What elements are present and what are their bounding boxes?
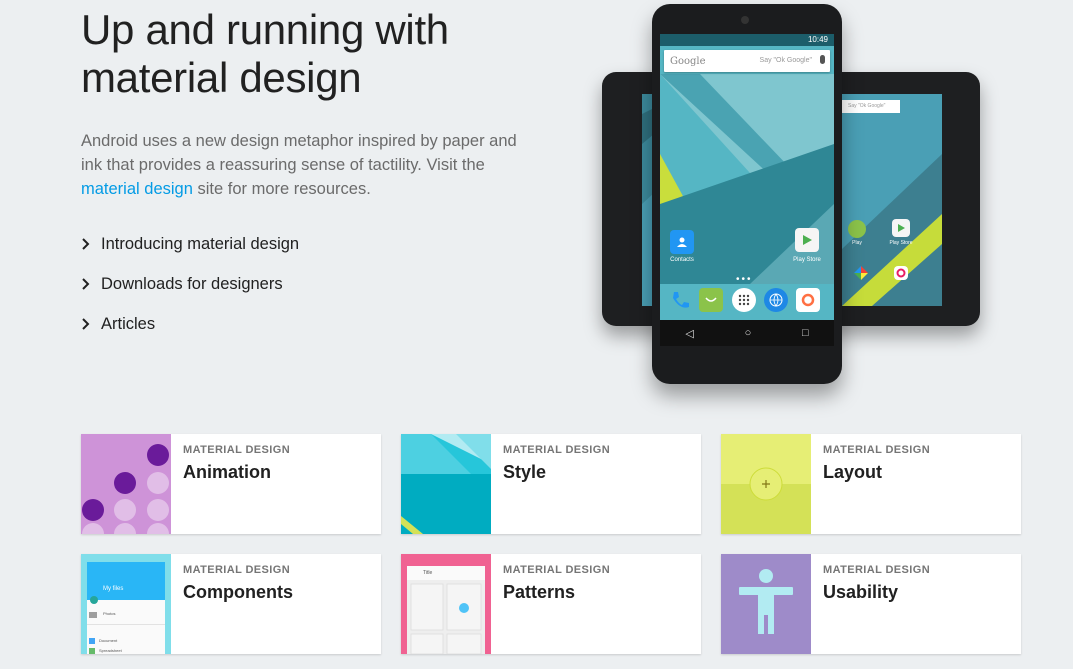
status-bar: 10:49 <box>660 34 834 46</box>
link-label: Downloads for designers <box>101 274 283 293</box>
link-downloads-for-designers[interactable]: Downloads for designers <box>81 264 299 304</box>
phone-camera-dot <box>741 16 749 24</box>
card-eyebrow: MATERIAL DESIGN <box>823 564 931 576</box>
card-usability[interactable]: MATERIAL DESIGN Usability <box>721 554 1021 654</box>
resource-links: Introducing material design Downloads fo… <box>81 224 299 344</box>
pinwheel-icon <box>854 266 868 280</box>
play-store-icon <box>795 228 819 252</box>
layout-thumbnail <box>721 434 811 534</box>
link-label: Articles <box>101 314 156 333</box>
card-title: Layout <box>823 462 883 482</box>
components-thumbnail: My files Photos Document Spreadsheet <box>81 554 171 654</box>
recents-icon: □ <box>801 327 809 339</box>
card-eyebrow: MATERIAL DESIGN <box>503 564 611 576</box>
contacts-icon <box>670 230 694 254</box>
devices-illustration: Say "Ok Google" Play Play Store 10:49 Go… <box>590 0 1000 400</box>
card-title: Usability <box>823 582 899 602</box>
chevron-right-icon <box>81 278 101 290</box>
card-animation[interactable]: MATERIAL DESIGN Animation <box>81 434 381 534</box>
play-games-icon <box>848 220 866 238</box>
mic-icon <box>820 55 825 64</box>
page-title: Up and running with material design <box>81 6 601 102</box>
thumb-row-label: Spreadsheet <box>99 648 122 653</box>
card-eyebrow: MATERIAL DESIGN <box>183 444 291 456</box>
page-title-line-2: material design <box>81 54 362 101</box>
chevron-right-icon <box>81 318 101 330</box>
link-introducing-material-design[interactable]: Introducing material design <box>81 224 299 264</box>
tablet-app-label-play: Play <box>852 240 862 246</box>
card-title: Components <box>183 582 293 602</box>
tablet-app-label-playstore: Play Store <box>889 240 913 246</box>
thumb-app-title: Title <box>423 570 433 576</box>
phone-icon <box>668 288 692 312</box>
card-eyebrow: MATERIAL DESIGN <box>503 444 611 456</box>
material-design-link[interactable]: material design <box>81 180 193 198</box>
intro-text-before: Android uses a new design metaphor inspi… <box>81 132 517 174</box>
intro-paragraph: Android uses a new design metaphor inspi… <box>81 129 541 201</box>
page-indicator-icon: ••• <box>736 274 753 285</box>
play-store-icon <box>892 219 910 237</box>
card-patterns[interactable]: Title MATERIAL DESIGN Patterns <box>401 554 701 654</box>
card-eyebrow: MATERIAL DESIGN <box>823 444 931 456</box>
thumb-row-label: Photos <box>103 611 116 616</box>
thumb-row-label: Document <box>99 638 118 643</box>
back-icon: ◁ <box>685 327 694 340</box>
search-brand: Google <box>670 56 706 67</box>
chevron-right-icon <box>81 238 101 250</box>
navigation-bar: ◁ ○ □ <box>660 320 834 346</box>
thumb-app-title: My files <box>103 586 124 592</box>
animation-thumbnail <box>81 434 171 534</box>
card-title: Animation <box>183 462 271 482</box>
style-thumbnail <box>401 434 491 534</box>
app-label-contacts: Contacts <box>670 257 694 263</box>
card-style[interactable]: MATERIAL DESIGN Style <box>401 434 701 534</box>
card-components[interactable]: My files Photos Document Spreadsheet MAT… <box>81 554 381 654</box>
patterns-thumbnail: Title <box>401 554 491 654</box>
card-title: Style <box>503 462 547 482</box>
page-title-line-1: Up and running with <box>81 6 449 53</box>
camera-icon <box>894 266 908 280</box>
usability-thumbnail <box>721 554 811 654</box>
tablet-search-bar: Say "Ok Google" <box>842 100 900 113</box>
camera-icon <box>796 288 820 312</box>
card-eyebrow: MATERIAL DESIGN <box>183 564 291 576</box>
google-search-bar: Google Say "Ok Google" <box>664 50 830 72</box>
card-title: Patterns <box>503 582 576 602</box>
app-drawer-icon <box>732 288 756 312</box>
home-icon: ○ <box>744 327 752 339</box>
link-label: Introducing material design <box>101 234 300 253</box>
browser-icon <box>764 288 788 312</box>
app-label-playstore: Play Store <box>793 257 821 263</box>
phone-device: 10:49 Google Say "Ok Google" Contacts Pl… <box>652 4 842 384</box>
link-articles[interactable]: Articles <box>81 304 299 344</box>
card-layout[interactable]: MATERIAL DESIGN Layout <box>721 434 1021 534</box>
search-hint: Say "Ok Google" <box>759 57 812 64</box>
intro-text-after: site for more resources. <box>192 180 371 198</box>
status-time: 10:49 <box>807 35 828 44</box>
messaging-icon <box>699 288 723 312</box>
phone-screen: 10:49 Google Say "Ok Google" Contacts Pl… <box>660 34 834 346</box>
